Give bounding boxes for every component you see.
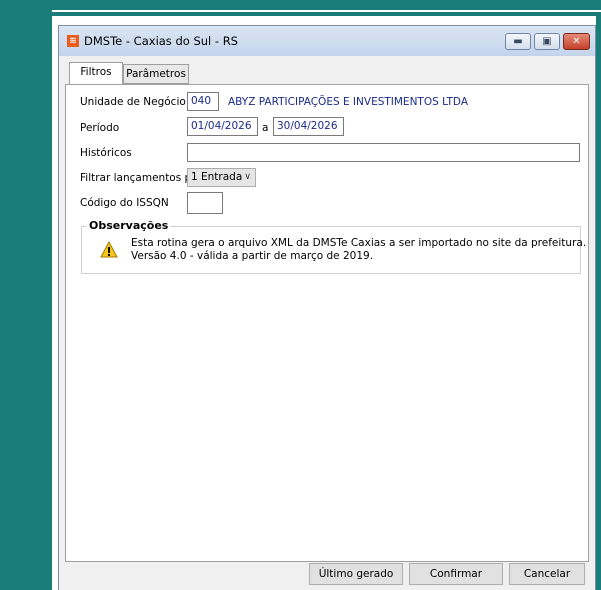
warning-icon <box>100 241 118 258</box>
desktop-divider <box>52 10 601 12</box>
minimize-icon: ▬ <box>513 36 523 47</box>
periodo-separator: a <box>262 122 269 134</box>
window-title: DMSTe - Caxias do Sul - RS <box>84 34 238 48</box>
issqn-field[interactable] <box>187 192 223 214</box>
unidade-code-field[interactable]: 040 <box>187 92 219 111</box>
maximize-icon: ▣ <box>542 36 552 47</box>
periodo-end-field[interactable]: 30/04/2026 <box>273 117 344 136</box>
desktop-background-top <box>52 0 601 16</box>
confirmar-button[interactable]: Confirmar <box>409 563 503 585</box>
app-logo-icon: ≋ <box>67 35 79 47</box>
dmste-window: ≋ DMSTe - Caxias do Sul - RS ▬ ▣ ✕ Parâm… <box>58 25 596 590</box>
historicos-label: Históricos <box>80 147 132 159</box>
maximize-button[interactable]: ▣ <box>534 33 560 50</box>
observacoes-title: Observações <box>87 219 171 232</box>
periodo-start-field[interactable]: 01/04/2026 <box>187 117 258 136</box>
unidade-label: Unidade de Negócio <box>80 96 186 108</box>
ultimo-gerado-button[interactable]: Último gerado <box>309 563 403 585</box>
desktop-background-left <box>0 0 52 590</box>
minimize-button[interactable]: ▬ <box>505 33 531 50</box>
close-button[interactable]: ✕ <box>563 33 590 50</box>
unidade-name: ABYZ PARTICIPAÇÕES E INVESTIMENTOS LTDA <box>228 96 469 108</box>
chevron-down-icon: ∨ <box>244 172 251 182</box>
observacoes-line-2: Versão 4.0 - válida a partir de março de… <box>131 250 374 262</box>
filtrar-select[interactable]: 1 Entrada ∨ <box>187 168 256 187</box>
filtrar-label: Filtrar lançamentos por <box>80 172 202 184</box>
issqn-label: Código do ISSQN <box>80 197 169 209</box>
tab-parametros[interactable]: Parâmetros <box>123 64 189 84</box>
close-icon: ✕ <box>572 36 581 47</box>
title-bar[interactable]: ≋ DMSTe - Caxias do Sul - RS ▬ ▣ ✕ <box>59 26 595 56</box>
tab-filtros[interactable]: Filtros <box>69 62 123 85</box>
desktop-background-right <box>596 16 601 590</box>
periodo-label: Período <box>80 122 120 134</box>
cancelar-button[interactable]: Cancelar <box>509 563 585 585</box>
historicos-field[interactable] <box>187 143 580 162</box>
observacoes-line-1: Esta rotina gera o arquivo XML da DMSTe … <box>131 237 587 249</box>
filtrar-select-value: 1 Entrada <box>191 171 243 183</box>
